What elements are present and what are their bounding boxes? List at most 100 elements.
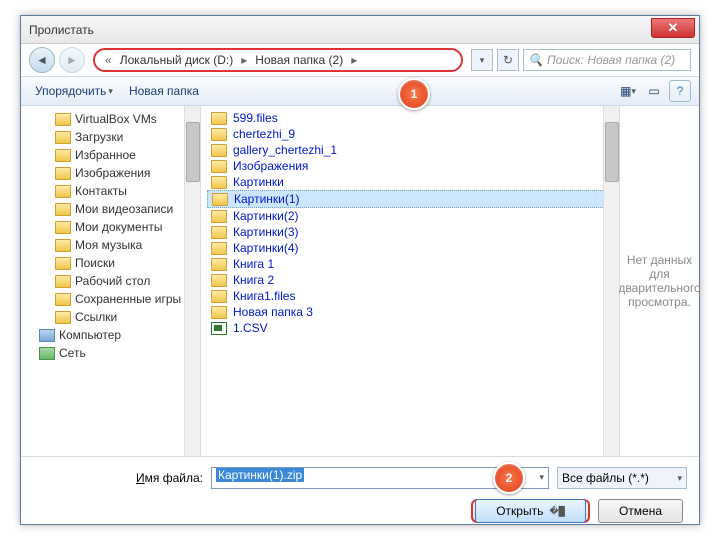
tree-scrollbar[interactable] (184, 106, 200, 456)
file-item[interactable]: Картинки(4) (207, 240, 613, 256)
file-item-label: Картинки(1) (234, 192, 300, 206)
file-item[interactable]: gallery_chertezhi_1 (207, 142, 613, 158)
tree-item[interactable]: Рабочий стол (21, 272, 200, 290)
list-scrollbar[interactable] (603, 106, 619, 456)
chevron-right-icon: ▸ (347, 53, 361, 67)
file-item[interactable]: Картинки(1) (207, 190, 613, 208)
tree-item-label: Рабочий стол (75, 274, 150, 288)
help-button[interactable]: ? (669, 80, 691, 102)
search-icon: 🔍 (528, 53, 543, 67)
navbar: ◄ ► « Локальный диск (D:) ▸ Новая папка … (21, 44, 699, 76)
folder-icon (211, 112, 227, 125)
tree-item-label: Мои видеозаписи (75, 202, 173, 216)
file-item[interactable]: Книга 1 (207, 256, 613, 272)
cancel-button[interactable]: Отмена (598, 499, 683, 523)
tree-item[interactable]: Ссылки (21, 308, 200, 326)
file-item[interactable]: Картинки(3) (207, 224, 613, 240)
tree-item-label: Моя музыка (75, 238, 142, 252)
tree-item-label: Ссылки (75, 310, 117, 324)
preview-pane-button[interactable]: ▭ (643, 80, 665, 102)
folder-icon (211, 242, 227, 255)
dialog-body: VirtualBox VMsЗагрузкиИзбранноеИзображен… (21, 106, 699, 456)
file-item-label: Картинки (233, 175, 284, 189)
file-item-label: Изображения (233, 159, 308, 173)
breadcrumb-dropdown[interactable]: ▾ (471, 49, 493, 71)
tree-item-label: Компьютер (59, 328, 121, 342)
tree-item[interactable]: Сохраненные игры (21, 290, 200, 308)
titlebar: Пролистать ✕ (21, 16, 699, 44)
file-item[interactable]: Картинки (207, 174, 613, 190)
folder-tree[interactable]: VirtualBox VMsЗагрузкиИзбранноеИзображен… (21, 106, 201, 456)
filter-dropdown[interactable]: Все файлы (*.*) ▾ (557, 467, 687, 489)
forward-button[interactable]: ► (59, 47, 85, 73)
scrollbar-thumb[interactable] (605, 122, 619, 182)
computer-icon (39, 329, 55, 342)
folder-icon (55, 149, 71, 162)
folder-icon (212, 193, 228, 206)
csv-file-icon (211, 322, 227, 335)
footer: Имя файла: Картинки(1).zip ▾ Все файлы (… (21, 456, 699, 533)
tree-item[interactable]: Загрузки (21, 128, 200, 146)
search-input[interactable]: 🔍 Поиск: Новая папка (2) (523, 49, 691, 71)
tree-item-label: Мои документы (75, 220, 162, 234)
breadcrumb[interactable]: « Локальный диск (D:) ▸ Новая папка (2) … (93, 48, 463, 72)
folder-icon (211, 176, 227, 189)
tree-item[interactable]: Компьютер (21, 326, 200, 344)
new-folder-button[interactable]: Новая папка (123, 82, 205, 100)
folder-icon (55, 275, 71, 288)
folder-icon (211, 290, 227, 303)
file-item-label: Книга 2 (233, 273, 274, 287)
file-item[interactable]: chertezhi_9 (207, 126, 613, 142)
tree-item[interactable]: Мои видеозаписи (21, 200, 200, 218)
tree-item[interactable]: Сеть (21, 344, 200, 362)
folder-icon (55, 293, 71, 306)
folder-icon (55, 131, 71, 144)
back-button[interactable]: ◄ (29, 47, 55, 73)
file-item[interactable]: Картинки(2) (207, 208, 613, 224)
tree-item[interactable]: VirtualBox VMs (21, 110, 200, 128)
breadcrumb-item[interactable]: Локальный диск (D:) (118, 53, 236, 67)
file-item[interactable]: 1.CSV (207, 320, 613, 336)
file-item[interactable]: Изображения (207, 158, 613, 174)
file-item-label: Картинки(2) (233, 209, 299, 223)
folder-icon (211, 128, 227, 141)
callout-2: 2 (493, 462, 525, 494)
scrollbar-thumb[interactable] (186, 122, 200, 182)
file-item-label: Картинки(3) (233, 225, 299, 239)
tree-item[interactable]: Моя музыка (21, 236, 200, 254)
file-item-label: Новая папка 3 (233, 305, 313, 319)
folder-icon (55, 203, 71, 216)
tree-item[interactable]: Поиски (21, 254, 200, 272)
view-mode-button[interactable]: ▦▾ (617, 80, 639, 102)
tree-item[interactable]: Изображения (21, 164, 200, 182)
file-item-label: chertezhi_9 (233, 127, 295, 141)
folder-icon (55, 185, 71, 198)
file-item[interactable]: Книга1.files (207, 288, 613, 304)
filename-label: Имя файла: (33, 471, 203, 485)
tree-item[interactable]: Мои документы (21, 218, 200, 236)
folder-icon (211, 210, 227, 223)
file-list[interactable]: 599.files chertezhi_9gallery_chertezhi_1И… (201, 106, 619, 456)
file-item[interactable]: Новая папка 3 (207, 304, 613, 320)
filename-value: Картинки(1).zip (216, 468, 304, 482)
close-button[interactable]: ✕ (651, 18, 695, 38)
refresh-button[interactable]: ↻ (497, 49, 519, 71)
toolbar: Упорядочить ▾ Новая папка ▦▾ ▭ ? (21, 76, 699, 106)
open-button[interactable]: Открыть �█ (475, 499, 586, 523)
chevron-down-icon[interactable]: ▾ (539, 472, 544, 483)
search-placeholder: Поиск: Новая папка (2) (547, 53, 675, 67)
organize-menu[interactable]: Упорядочить ▾ (29, 82, 119, 100)
file-item[interactable]: Книга 2 (207, 272, 613, 288)
file-item-label: 599.files (233, 111, 278, 125)
file-item-label: 1.CSV (233, 321, 268, 335)
folder-icon (211, 258, 227, 271)
open-button-highlight: Открыть �█ (471, 499, 590, 523)
tree-item-label: Сеть (59, 346, 86, 360)
breadcrumb-item[interactable]: Новая папка (2) (253, 53, 345, 67)
folder-icon (211, 274, 227, 287)
chevron-down-icon: ▾ (108, 86, 113, 97)
tree-item[interactable]: Избранное (21, 146, 200, 164)
callout-1: 1 (398, 78, 430, 110)
tree-item[interactable]: Контакты (21, 182, 200, 200)
file-item[interactable]: 599.files (207, 110, 613, 126)
